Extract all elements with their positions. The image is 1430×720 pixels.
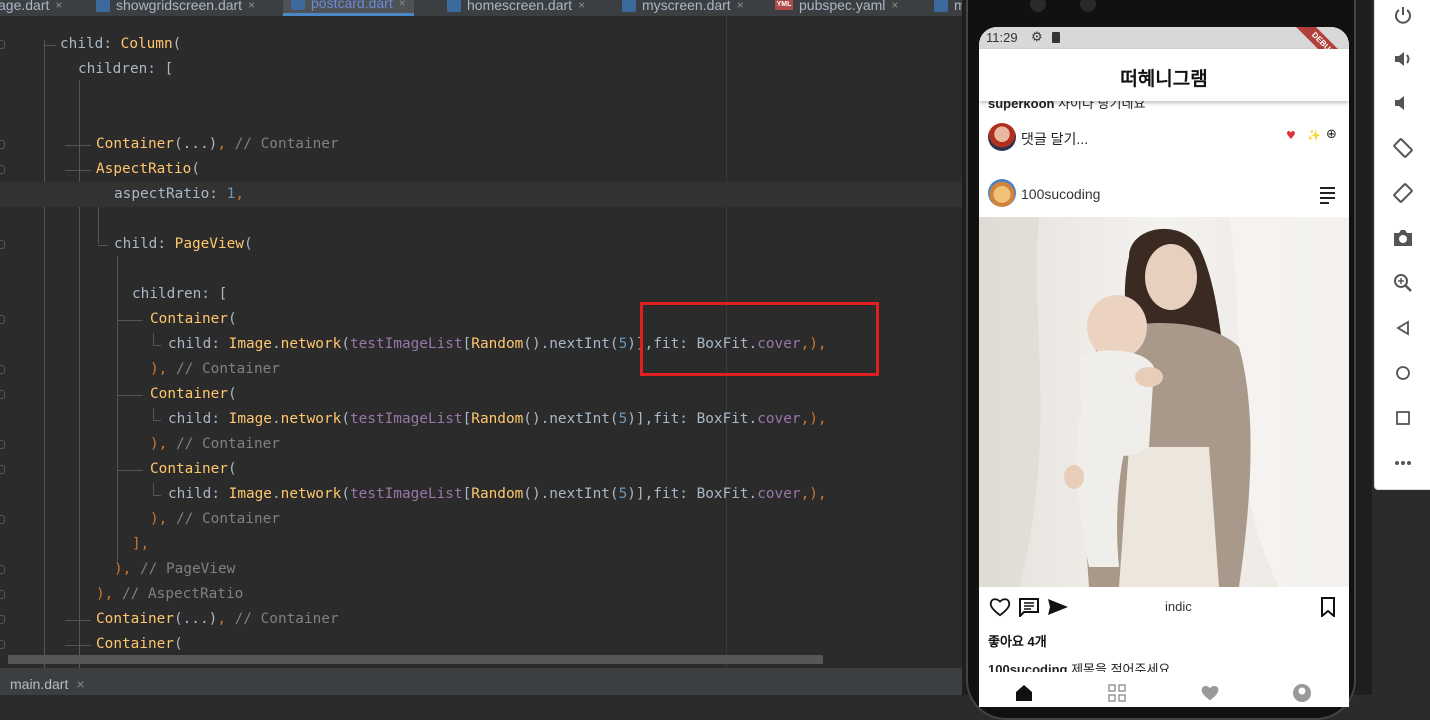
yaml-file-icon: YML [775,0,793,10]
dart-file-icon [622,0,636,12]
camera-icon [1030,0,1046,12]
heart-icon[interactable] [989,597,1011,617]
menu-icon[interactable] [1320,187,1335,204]
sparkle-emoji-icon[interactable]: ✨ [1307,129,1321,142]
close-icon[interactable]: × [248,0,255,12]
avatar [988,123,1016,151]
status-time: 11:29 [986,30,1018,45]
sim-card-icon [1052,32,1060,43]
post-header: 100sucoding [979,177,1349,211]
post-action-row: indic [979,593,1349,621]
tab-homescreen-dart[interactable]: homescreen.dart × [447,0,585,16]
photo-illustration [979,217,1349,587]
close-icon[interactable]: × [76,676,84,692]
tab-overflow[interactable]: m [934,0,962,16]
rotate-right-icon[interactable] [1392,182,1414,204]
tab-label: showgridscreen.dart [116,0,243,13]
close-icon[interactable]: × [578,0,585,12]
more-options-icon[interactable] [1392,452,1414,474]
tab-label: myscreen.dart [642,0,731,13]
app-bar: 떠혜니그램 [979,49,1349,101]
heart-emoji-icon[interactable]: ♥ [1286,129,1296,142]
send-icon[interactable] [1047,598,1069,616]
tab-pubspec-yaml[interactable]: YML pubspec.yaml × [775,0,898,16]
status-bar: 11:29 ⚙ [979,27,1349,49]
tab-label: postcard.dart [311,0,393,11]
emulator-toolbar [1374,0,1430,490]
likes-count: 좋아요 4개 [988,634,1047,649]
tab-main-dart[interactable]: main.dart × [10,676,85,692]
post-image[interactable] [979,217,1349,587]
rotate-left-icon[interactable] [1392,137,1414,159]
comment-icon[interactable] [1018,597,1040,617]
volume-down-icon[interactable] [1392,92,1414,114]
grid-icon[interactable] [1108,684,1126,702]
bottom-tool-bar: main.dart × [0,668,962,695]
close-icon[interactable]: × [55,0,62,12]
app-title: 떠혜니그램 [1120,68,1208,90]
close-icon[interactable]: × [891,0,898,12]
dart-file-icon [291,0,305,10]
code-editor[interactable]: age.dart × showgridscreen.dart × postcard.… [0,0,962,695]
tab-label: homescreen.dart [467,0,573,13]
screenshot-camera-icon[interactable] [1392,227,1414,249]
power-icon[interactable] [1392,4,1414,26]
tab-label: m [954,0,962,13]
emulator-panel-background [1374,490,1430,695]
sensor-icon [1080,0,1096,12]
comment-input-row[interactable]: 댓글 달기... ♥ ✨ ⊕ [979,121,1349,153]
close-icon[interactable]: × [737,0,744,12]
phone-screen[interactable]: 11:29 ⚙ DEBUG 떠혜니그램 superkoon 사이다 당기네요 댓… [979,27,1349,707]
tab-postcard-dart[interactable]: postcard.dart × [283,0,414,16]
back-icon[interactable] [1392,317,1414,339]
post-username[interactable]: 100sucoding [1021,186,1100,202]
editor-tab-bar: age.dart × showgridscreen.dart × postcard.… [0,0,962,16]
comment-placeholder[interactable]: 댓글 달기... [1021,129,1088,149]
tab-label: age.dart [0,0,50,13]
tab-showgridscreen-dart[interactable]: showgridscreen.dart × [96,0,255,16]
favorite-icon[interactable] [1200,684,1220,702]
dart-file-icon [447,0,461,12]
home-button-icon[interactable] [1392,362,1414,384]
dart-file-icon [934,0,948,12]
volume-up-icon[interactable] [1392,48,1414,70]
gear-icon: ⚙ [1031,29,1043,44]
zoom-icon[interactable] [1392,272,1414,294]
code-line-current: aspectRatio: 1, [0,182,962,207]
tab-myscreen-dart[interactable]: myscreen.dart × [622,0,744,16]
tab-label: pubspec.yaml [799,0,886,13]
add-emoji-icon[interactable]: ⊕ [1326,127,1337,142]
bottom-navigation [979,672,1349,707]
home-icon[interactable] [1015,684,1033,702]
annotation-highlight-box [640,302,879,376]
tab-age-dart[interactable]: age.dart × [0,0,62,16]
tab-label: main.dart [10,676,69,692]
close-icon[interactable]: × [399,0,406,10]
horizontal-scrollbar[interactable] [8,655,823,664]
avatar[interactable] [988,179,1016,207]
overview-icon[interactable] [1392,407,1414,429]
carousel-indicator-text: indic [1165,599,1192,614]
bookmark-icon[interactable] [1320,597,1336,617]
profile-icon[interactable] [1292,683,1312,703]
dart-file-icon [96,0,110,12]
